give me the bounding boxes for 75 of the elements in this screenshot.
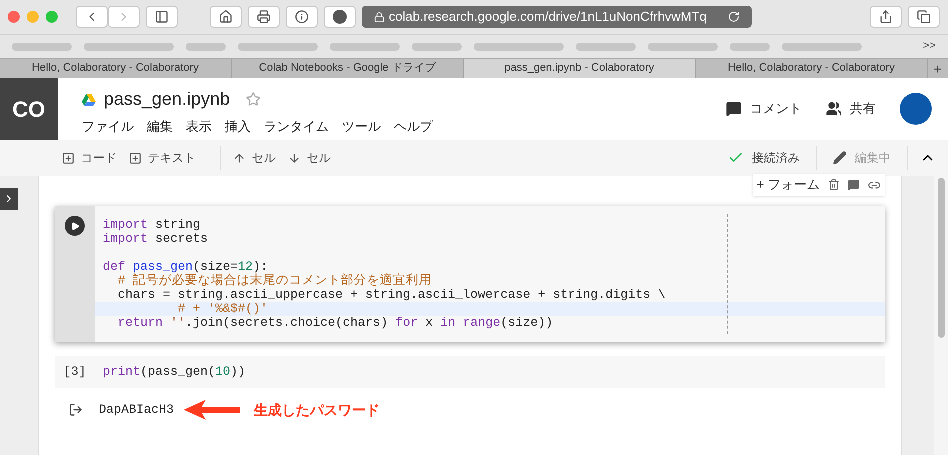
extension-icon — [333, 10, 347, 24]
printer-icon — [257, 10, 271, 24]
browser-tab[interactable]: pass_gen.ipynb - Colaboratory — [464, 59, 696, 78]
connected-status[interactable]: 接続済み — [728, 149, 800, 167]
output-icon[interactable] — [69, 403, 83, 417]
annotation-text: 生成したパスワード — [254, 400, 380, 420]
add-icon — [129, 152, 142, 164]
blurred-bookmark — [730, 42, 770, 50]
code-line: import secrets — [102, 232, 210, 246]
add-form-button[interactable]: + フォーム — [756, 175, 820, 195]
drive-icon — [82, 94, 96, 106]
side-panel-toggle[interactable] — [0, 188, 18, 210]
toolbar-button[interactable]: セル — [288, 149, 331, 167]
comment-button[interactable]: コメント — [726, 99, 802, 119]
menu-item[interactable]: 表示 — [186, 117, 212, 136]
delete-icon[interactable] — [828, 179, 840, 191]
sidebar-icon — [155, 10, 169, 24]
colab-logo[interactable]: CO — [0, 78, 58, 140]
info-button[interactable] — [286, 6, 318, 28]
code-cell[interactable] — [55, 206, 885, 342]
menu-item[interactable]: 挿入 — [225, 117, 251, 136]
more-bookmarks[interactable]: >> — [923, 38, 936, 55]
code-line: # 記号が必要な場合は末尾のコメント部分を適宜利用 — [117, 274, 434, 288]
share-button[interactable]: 共有 — [826, 99, 876, 119]
share-button[interactable] — [870, 6, 902, 28]
tabs-icon — [917, 10, 931, 24]
menu-item[interactable]: ランタイム — [264, 117, 329, 136]
blurred-bookmark — [12, 42, 72, 50]
extension-button[interactable] — [324, 6, 356, 28]
blurred-bookmark — [186, 42, 226, 50]
arrow-down-icon — [288, 152, 301, 164]
new-tab-button[interactable]: + — [928, 59, 948, 78]
add-icon — [62, 152, 75, 164]
share-icon — [879, 10, 893, 24]
tabs-button[interactable] — [908, 6, 940, 28]
pencil-icon — [833, 151, 847, 165]
star-icon[interactable] — [246, 92, 262, 107]
toolbar-button[interactable]: コード — [62, 149, 117, 167]
code-line: chars = string.ascii_uppercase + string.ascii_lowercase + string.digits \ — [117, 288, 667, 302]
blurred-bookmark — [648, 42, 718, 50]
comment-icon[interactable] — [848, 179, 860, 191]
print-button[interactable] — [248, 6, 280, 28]
annotation-arrow — [184, 398, 240, 422]
blurred-bookmark — [330, 42, 400, 50]
menu-item[interactable]: ツール — [342, 117, 381, 136]
run-button[interactable] — [65, 216, 85, 236]
menu-item[interactable]: 編集 — [147, 117, 173, 136]
code-line: def pass_gen(size=12): — [102, 260, 270, 274]
info-icon — [295, 10, 309, 24]
play-icon — [71, 222, 80, 230]
home-icon — [219, 10, 233, 24]
notebook-title[interactable]: pass_gen.ipynb — [104, 86, 230, 113]
reload-icon[interactable] — [728, 11, 740, 23]
execution-count: [3] — [62, 364, 88, 381]
code-line: print(pass_gen(10)) — [102, 365, 247, 379]
code-line: import string — [102, 218, 202, 232]
home-button[interactable] — [210, 6, 242, 28]
output-text: DapABIacH3 — [99, 402, 174, 419]
people-icon — [826, 101, 842, 117]
code-cell[interactable]: [3] print(pass_gen(10)) — [55, 356, 885, 388]
sidebar-button[interactable] — [146, 6, 178, 28]
address-bar[interactable]: colab.research.google.com/drive/1nL1uNonCfrhvwMTq — [362, 6, 752, 28]
lock-icon — [374, 12, 385, 22]
blurred-bookmark — [576, 42, 636, 50]
arrow-up-icon — [233, 152, 246, 164]
avatar[interactable] — [900, 93, 932, 125]
code-line: return ''.join(secrets.choice(chars) for x in range(size)) — [117, 316, 554, 330]
url-text: colab.research.google.com/drive/1nL1uNonCfrhvwMTq — [389, 8, 708, 26]
comment-icon — [726, 101, 742, 117]
toolbar-button[interactable]: セル — [233, 149, 276, 167]
toolbar-button[interactable]: テキスト — [129, 149, 196, 167]
menu-item[interactable]: ファイル — [82, 117, 134, 136]
blurred-bookmark — [412, 42, 462, 50]
scrollbar-thumb[interactable] — [938, 178, 944, 338]
menu-item[interactable]: ヘルプ — [394, 117, 433, 136]
